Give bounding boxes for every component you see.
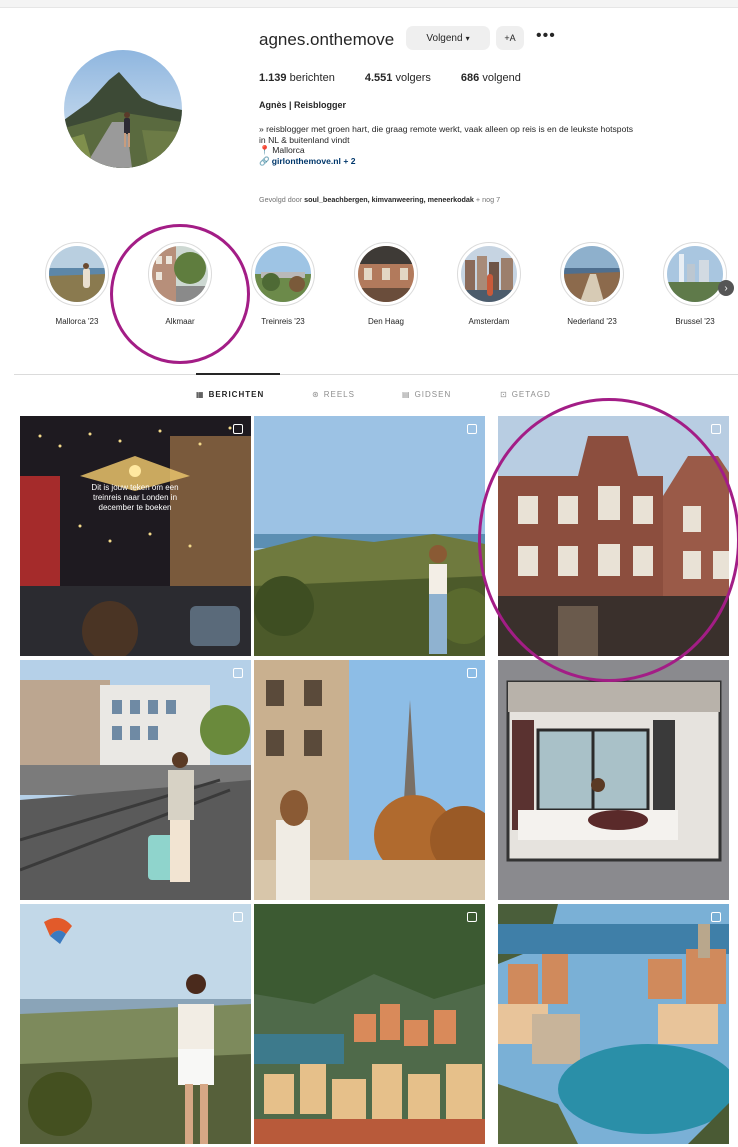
highlight-label: Nederland '23 xyxy=(567,317,617,326)
following-stat[interactable]: 686 volgend xyxy=(461,72,521,84)
bio-line: in NL & buitenland vindt xyxy=(259,134,350,145)
highlight-label: Den Haag xyxy=(367,317,405,326)
bio-link[interactable]: 🔗 girlonthemove.nl + 2 xyxy=(259,156,737,167)
posts-count: 1.139 xyxy=(259,72,287,84)
carousel-icon xyxy=(467,668,477,678)
following-count: 686 xyxy=(460,72,480,84)
post-overlay-text: treinreis naar Londen in xyxy=(93,493,177,502)
followed-by-names[interactable]: soul_beachbergen, kimvanweering, meneerk… xyxy=(304,195,474,204)
profile-username: agnes.onthemove xyxy=(259,30,395,49)
highlight-label: Mallorca '23 xyxy=(55,317,99,326)
active-tab-indicator xyxy=(196,373,280,375)
add-person-icon: +A xyxy=(504,33,516,43)
more-options-button[interactable]: ••• xyxy=(536,27,556,45)
carousel-icon xyxy=(711,424,721,434)
profile-bio: » reisblogger met groen hart, die graag … xyxy=(259,124,737,166)
followed-by-prefix: Gevolgd door xyxy=(259,195,305,204)
followed-by-suffix: + nog 7 xyxy=(473,195,501,204)
bio-location: 📍 Mallorca xyxy=(259,145,737,156)
reels-icon: ⊛ xyxy=(312,390,320,399)
profile-avatar[interactable] xyxy=(64,50,182,168)
post-london-christmas[interactable]: Dit is jouw teken om een treinreis naar … xyxy=(20,416,251,656)
location-pin-icon: 📍 xyxy=(259,145,271,156)
post-paris-balcony[interactable] xyxy=(254,660,485,900)
highlight-label: Amsterdam xyxy=(468,317,510,326)
highlight-mallorca[interactable]: Mallorca '23 xyxy=(32,242,122,326)
carousel-icon xyxy=(233,912,243,922)
tab-label: GIDSEN xyxy=(414,390,452,399)
profile-stats: 1.139 berichten 4.551 volgers 686 volgen… xyxy=(259,72,521,84)
posts-stat: 1.139 berichten xyxy=(259,72,335,84)
grid-icon: ▦ xyxy=(196,390,205,399)
highlight-label: Treinreis '23 xyxy=(261,317,305,326)
highlight-treinreis[interactable]: Treinreis '23 xyxy=(238,242,328,326)
tagged-icon: ⊡ xyxy=(500,390,508,399)
followers-count: 4.551 xyxy=(364,72,393,84)
chevron-right-icon[interactable]: › xyxy=(718,280,734,296)
followers-label: volgers xyxy=(395,72,431,84)
more-icon: ••• xyxy=(536,27,556,44)
post-portofino[interactable] xyxy=(254,904,485,1144)
post-overlay-text: Dit is jouw teken om een xyxy=(91,483,178,492)
tab-reels[interactable]: ⊛ REELS xyxy=(312,390,355,399)
guides-icon: ▤ xyxy=(402,390,411,399)
highlight-den-haag[interactable]: Den Haag xyxy=(341,242,431,326)
followers-stat[interactable]: 4.551 volgers xyxy=(365,72,431,84)
carousel-icon xyxy=(233,668,243,678)
carousel-icon xyxy=(467,912,477,922)
link-icon: 🔗 xyxy=(259,155,270,166)
bio-line: » reisblogger met groen hart, die graag … xyxy=(259,124,634,134)
post-coastal-view[interactable] xyxy=(254,416,485,656)
highlight-label: Brussel '23 xyxy=(675,317,715,326)
top-bar xyxy=(0,0,738,8)
suggest-accounts-button[interactable]: +A xyxy=(496,26,524,50)
following-button-label: Volgend xyxy=(426,32,463,44)
tab-posts[interactable]: ▦ BERICHTEN xyxy=(196,390,264,399)
bio-location-text: Mallorca xyxy=(272,145,305,156)
post-vernazza[interactable] xyxy=(498,904,729,1144)
bio-link-text[interactable]: girlonthemove.nl + 2 xyxy=(272,156,356,166)
highlight-label: Alkmaar xyxy=(165,317,195,326)
carousel-icon xyxy=(233,424,243,434)
post-overlay-text: december te boeken xyxy=(99,503,172,512)
carousel-icon xyxy=(467,424,477,434)
post-paragliding-view[interactable] xyxy=(20,904,251,1144)
tabs-divider xyxy=(14,374,738,375)
tab-label: BERICHTEN xyxy=(208,390,265,399)
post-hotel-room[interactable] xyxy=(498,660,729,900)
tab-tagged[interactable]: ⊡ GETAGD xyxy=(500,390,551,399)
tab-label: GETAGD xyxy=(511,390,551,399)
tab-guides[interactable]: ▤ GIDSEN xyxy=(402,390,451,399)
carousel-icon xyxy=(711,912,721,922)
followed-by[interactable]: Gevolgd door soul_beachbergen, kimvanwee… xyxy=(259,195,500,204)
following-label: volgend xyxy=(482,72,521,84)
highlight-alkmaar[interactable]: Alkmaar xyxy=(135,242,225,326)
highlight-nederland[interactable]: Nederland '23 xyxy=(547,242,637,326)
highlight-amsterdam[interactable]: Amsterdam xyxy=(444,242,534,326)
chevron-down-icon: ▾ xyxy=(465,33,470,43)
tab-label: REELS xyxy=(323,390,355,399)
profile-full-name: Agnès | Reisblogger xyxy=(259,100,347,110)
following-button[interactable]: Volgend ▾ xyxy=(406,26,490,50)
post-alkmaar-facade[interactable] xyxy=(498,416,729,656)
posts-label: berichten xyxy=(289,72,335,84)
post-train-station[interactable] xyxy=(20,660,251,900)
